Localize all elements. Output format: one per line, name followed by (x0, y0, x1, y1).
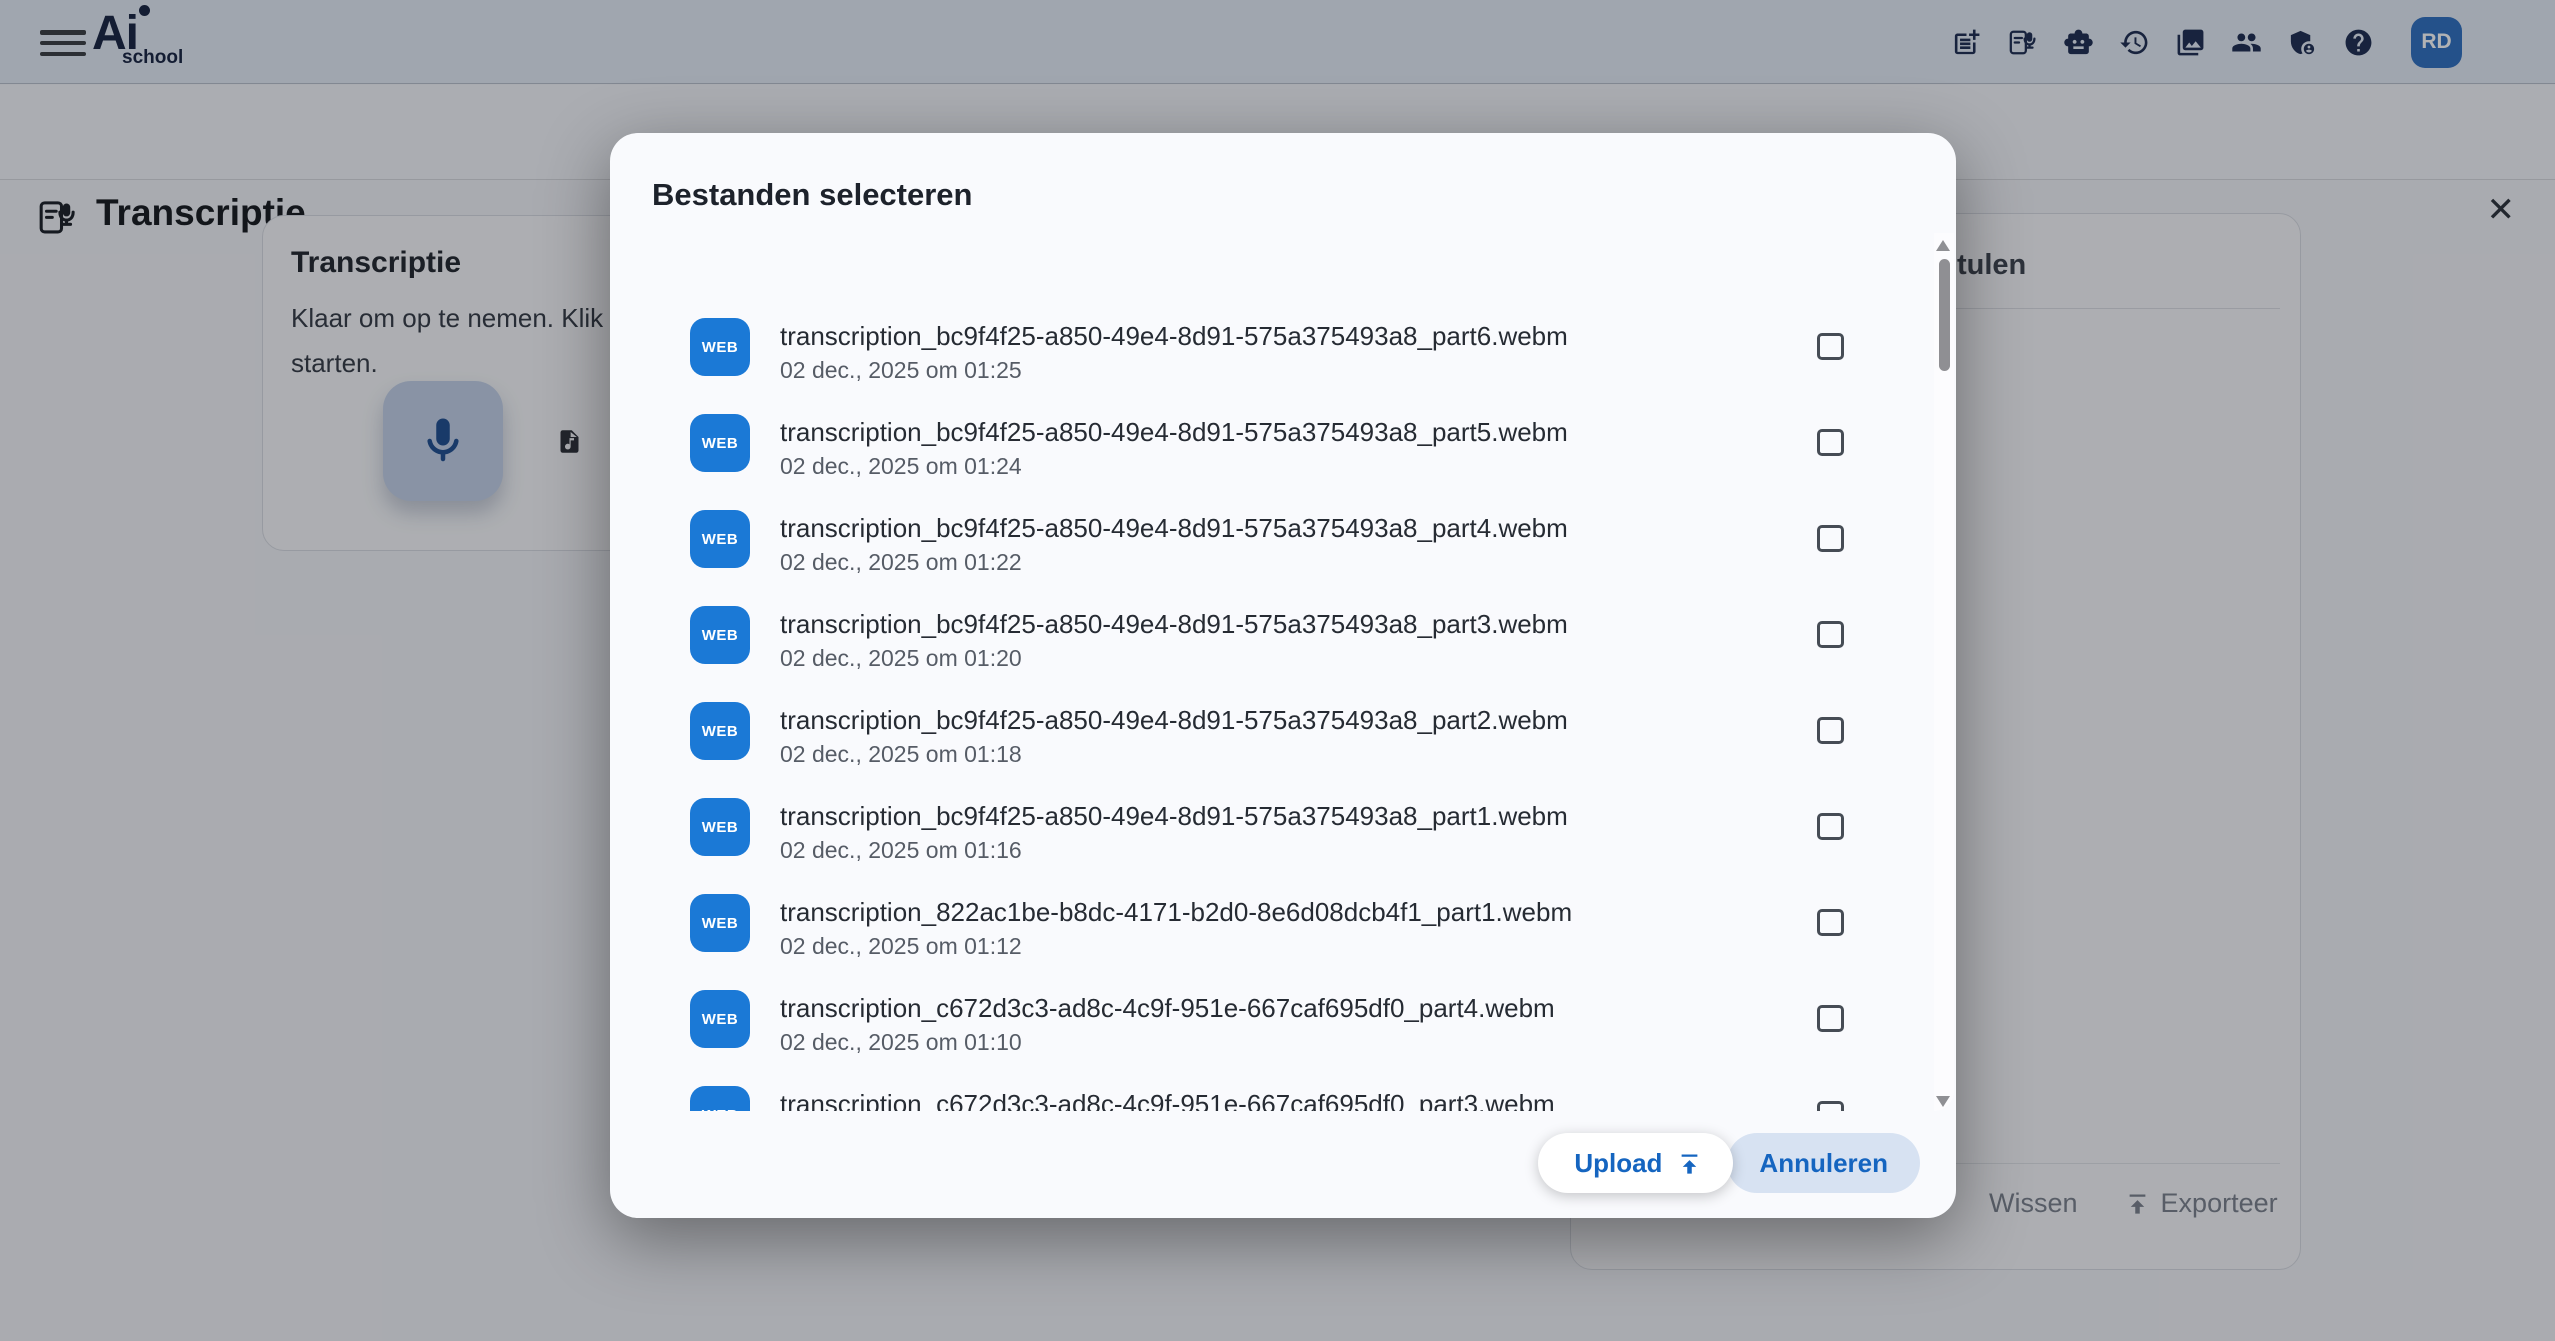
file-badge-label: WEB (702, 723, 739, 740)
file-badge-label: WEB (702, 915, 739, 932)
file-type-badge: WEB (690, 414, 750, 472)
scroll-up-arrow[interactable] (1936, 240, 1950, 251)
file-date: 02 dec., 2025 om 01:22 (780, 549, 1022, 576)
file-row[interactable]: WEB transcription_822ac1be-b8dc-4171-b2d… (610, 875, 1936, 971)
file-type-badge: WEB (690, 798, 750, 856)
file-type-badge: WEB (690, 606, 750, 664)
file-name: transcription_bc9f4f25-a850-49e4-8d91-57… (780, 609, 1568, 640)
file-name: transcription_bc9f4f25-a850-49e4-8d91-57… (780, 513, 1568, 544)
file-name: transcription_c672d3c3-ad8c-4c9f-951e-66… (780, 993, 1555, 1024)
file-date: 02 dec., 2025 om 01:24 (780, 453, 1022, 480)
file-name: transcription_822ac1be-b8dc-4171-b2d0-8e… (780, 897, 1572, 928)
scroll-down-arrow[interactable] (1936, 1096, 1950, 1107)
file-date: 02 dec., 2025 om 01:12 (780, 933, 1022, 960)
file-row[interactable]: WEB transcription_bc9f4f25-a850-49e4-8d9… (610, 779, 1936, 875)
file-date: 02 dec., 2025 om 01:16 (780, 837, 1022, 864)
upload-button[interactable]: Upload (1538, 1133, 1733, 1193)
file-checkbox[interactable] (1817, 525, 1844, 552)
file-row[interactable]: WEB transcription_bc9f4f25-a850-49e4-8d9… (610, 491, 1936, 587)
file-badge-label: WEB (702, 819, 739, 836)
file-checkbox[interactable] (1817, 1005, 1844, 1032)
file-badge-label: WEB (702, 1011, 739, 1028)
file-name: transcription_bc9f4f25-a850-49e4-8d91-57… (780, 801, 1568, 832)
file-row[interactable]: WEB transcription_bc9f4f25-a850-49e4-8d9… (610, 587, 1936, 683)
file-row[interactable]: WEB transcription_bc9f4f25-a850-49e4-8d9… (610, 683, 1936, 779)
file-checkbox[interactable] (1817, 813, 1844, 840)
file-type-badge: WEB (690, 1086, 750, 1111)
file-name: transcription_c672d3c3-ad8c-4c9f-951e-66… (780, 1089, 1555, 1111)
file-select-dialog: Bestanden selecteren WEB transcription_b… (610, 133, 1956, 1218)
file-date: 02 dec., 2025 om 01:20 (780, 645, 1022, 672)
file-badge-label: WEB (702, 435, 739, 452)
dialog-footer: Upload Annuleren (1538, 1133, 1920, 1193)
file-date: 02 dec., 2025 om 01:25 (780, 357, 1022, 384)
file-row[interactable]: WEB transcription_bc9f4f25-a850-49e4-8d9… (610, 395, 1936, 491)
screen: Ai school (0, 0, 2555, 1341)
file-badge-label: WEB (702, 339, 739, 356)
file-badge-label: WEB (702, 1107, 739, 1112)
file-date: 02 dec., 2025 om 01:18 (780, 741, 1022, 768)
file-checkbox[interactable] (1817, 1101, 1844, 1111)
file-badge-label: WEB (702, 627, 739, 644)
file-checkbox[interactable] (1817, 717, 1844, 744)
file-list: WEB transcription_bc9f4f25-a850-49e4-8d9… (610, 245, 1936, 1111)
file-type-badge: WEB (690, 702, 750, 760)
file-name: transcription_bc9f4f25-a850-49e4-8d91-57… (780, 705, 1568, 736)
file-row[interactable]: WEB transcription_bc9f4f25-a850-49e4-8d9… (610, 299, 1936, 395)
file-row[interactable]: WEB transcription_c672d3c3-ad8c-4c9f-951… (610, 1067, 1936, 1111)
file-checkbox[interactable] (1817, 333, 1844, 360)
file-row[interactable]: WEB transcription_c672d3c3-ad8c-4c9f-951… (610, 971, 1936, 1067)
file-type-badge: WEB (690, 990, 750, 1048)
file-checkbox[interactable] (1817, 909, 1844, 936)
file-name: transcription_bc9f4f25-a850-49e4-8d91-57… (780, 321, 1568, 352)
file-badge-label: WEB (702, 531, 739, 548)
scrollbar-thumb[interactable] (1939, 259, 1950, 371)
upload-icon (1676, 1150, 1703, 1177)
file-name: transcription_bc9f4f25-a850-49e4-8d91-57… (780, 417, 1568, 448)
file-checkbox[interactable] (1817, 621, 1844, 648)
file-date: 02 dec., 2025 om 01:10 (780, 1029, 1022, 1056)
file-type-badge: WEB (690, 318, 750, 376)
file-type-badge: WEB (690, 894, 750, 952)
file-type-badge: WEB (690, 510, 750, 568)
cancel-button[interactable]: Annuleren (1727, 1133, 1920, 1193)
dialog-title: Bestanden selecteren (652, 177, 972, 213)
file-checkbox[interactable] (1817, 429, 1844, 456)
